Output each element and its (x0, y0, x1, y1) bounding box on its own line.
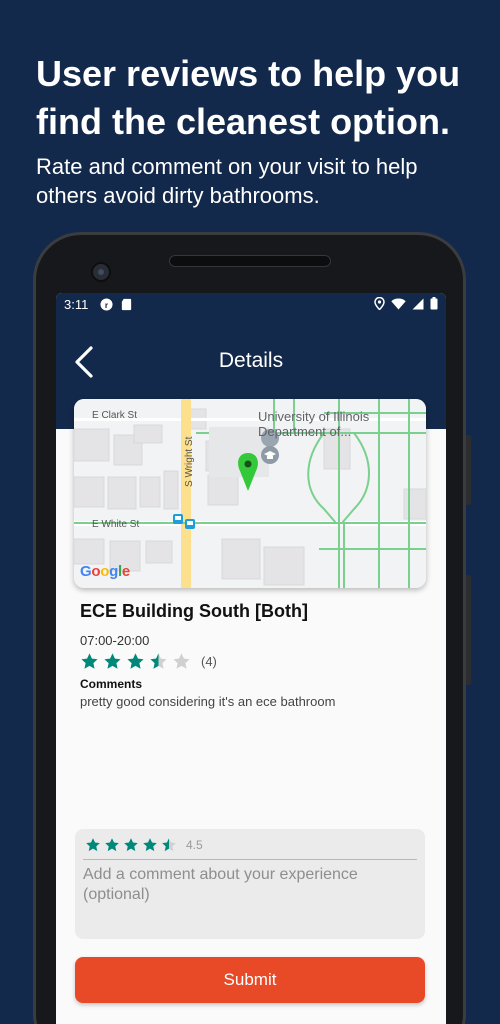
review-count: (4) (201, 654, 217, 669)
rating-value: 4.5 (186, 838, 203, 852)
volume-button (466, 575, 471, 685)
star-icon (104, 653, 121, 669)
comment-text: pretty good considering it's an ece bath… (80, 694, 336, 709)
status-bar: 3:11 r (56, 293, 446, 317)
app-screen: 3:11 r Details E Clark St E White St S W… (56, 293, 446, 1024)
battery-icon (430, 297, 438, 310)
comment-input[interactable] (83, 865, 413, 931)
review-input-box: 4.5 (75, 829, 425, 939)
sd-card-icon (121, 298, 132, 311)
front-camera (91, 262, 111, 282)
status-time: 3:11 (64, 297, 89, 312)
page-title: Details (218, 349, 284, 372)
location-icon (374, 297, 385, 310)
signal-icon (412, 298, 424, 309)
star-icon (127, 653, 144, 669)
empty-star-icon (173, 653, 190, 669)
half-star-icon (150, 653, 167, 669)
status-icons (374, 297, 438, 310)
phone-frame: 3:11 r Details E Clark St E White St S W… (33, 232, 471, 1024)
star-icon[interactable] (85, 837, 101, 853)
promo-headline: User reviews to help you find the cleane… (36, 53, 461, 142)
map-view[interactable]: E Clark St E White St S Wright St Univer… (74, 399, 426, 588)
promo-subline: Rate and comment on your visit to help o… (36, 154, 418, 208)
earpiece-speaker (169, 255, 331, 267)
star-icon[interactable] (104, 837, 120, 853)
comments-heading: Comments (80, 677, 143, 691)
power-button (466, 435, 471, 505)
map-street-label-wright: S Wright St (184, 436, 195, 487)
map-poi-label: University of Illinois Department of... (258, 409, 370, 439)
input-divider (83, 859, 417, 860)
star-icon[interactable] (123, 837, 139, 853)
star-icon[interactable] (142, 837, 158, 853)
place-name: ECE Building South [Both] (80, 601, 308, 621)
place-hours: 07:00-20:00 (80, 633, 150, 648)
half-star-icon[interactable] (161, 837, 177, 853)
notification-app-icon: r (100, 298, 113, 311)
star-icon (81, 653, 98, 669)
submit-button[interactable]: Submit (75, 957, 425, 1003)
wifi-icon (391, 298, 406, 309)
place-rating: (4) (80, 652, 217, 671)
map-street-label-clark: E Clark St (92, 410, 137, 421)
map-street-label-white: E White St (92, 519, 139, 530)
google-logo: Google (80, 563, 130, 580)
rating-selector[interactable]: 4.5 (85, 837, 203, 853)
